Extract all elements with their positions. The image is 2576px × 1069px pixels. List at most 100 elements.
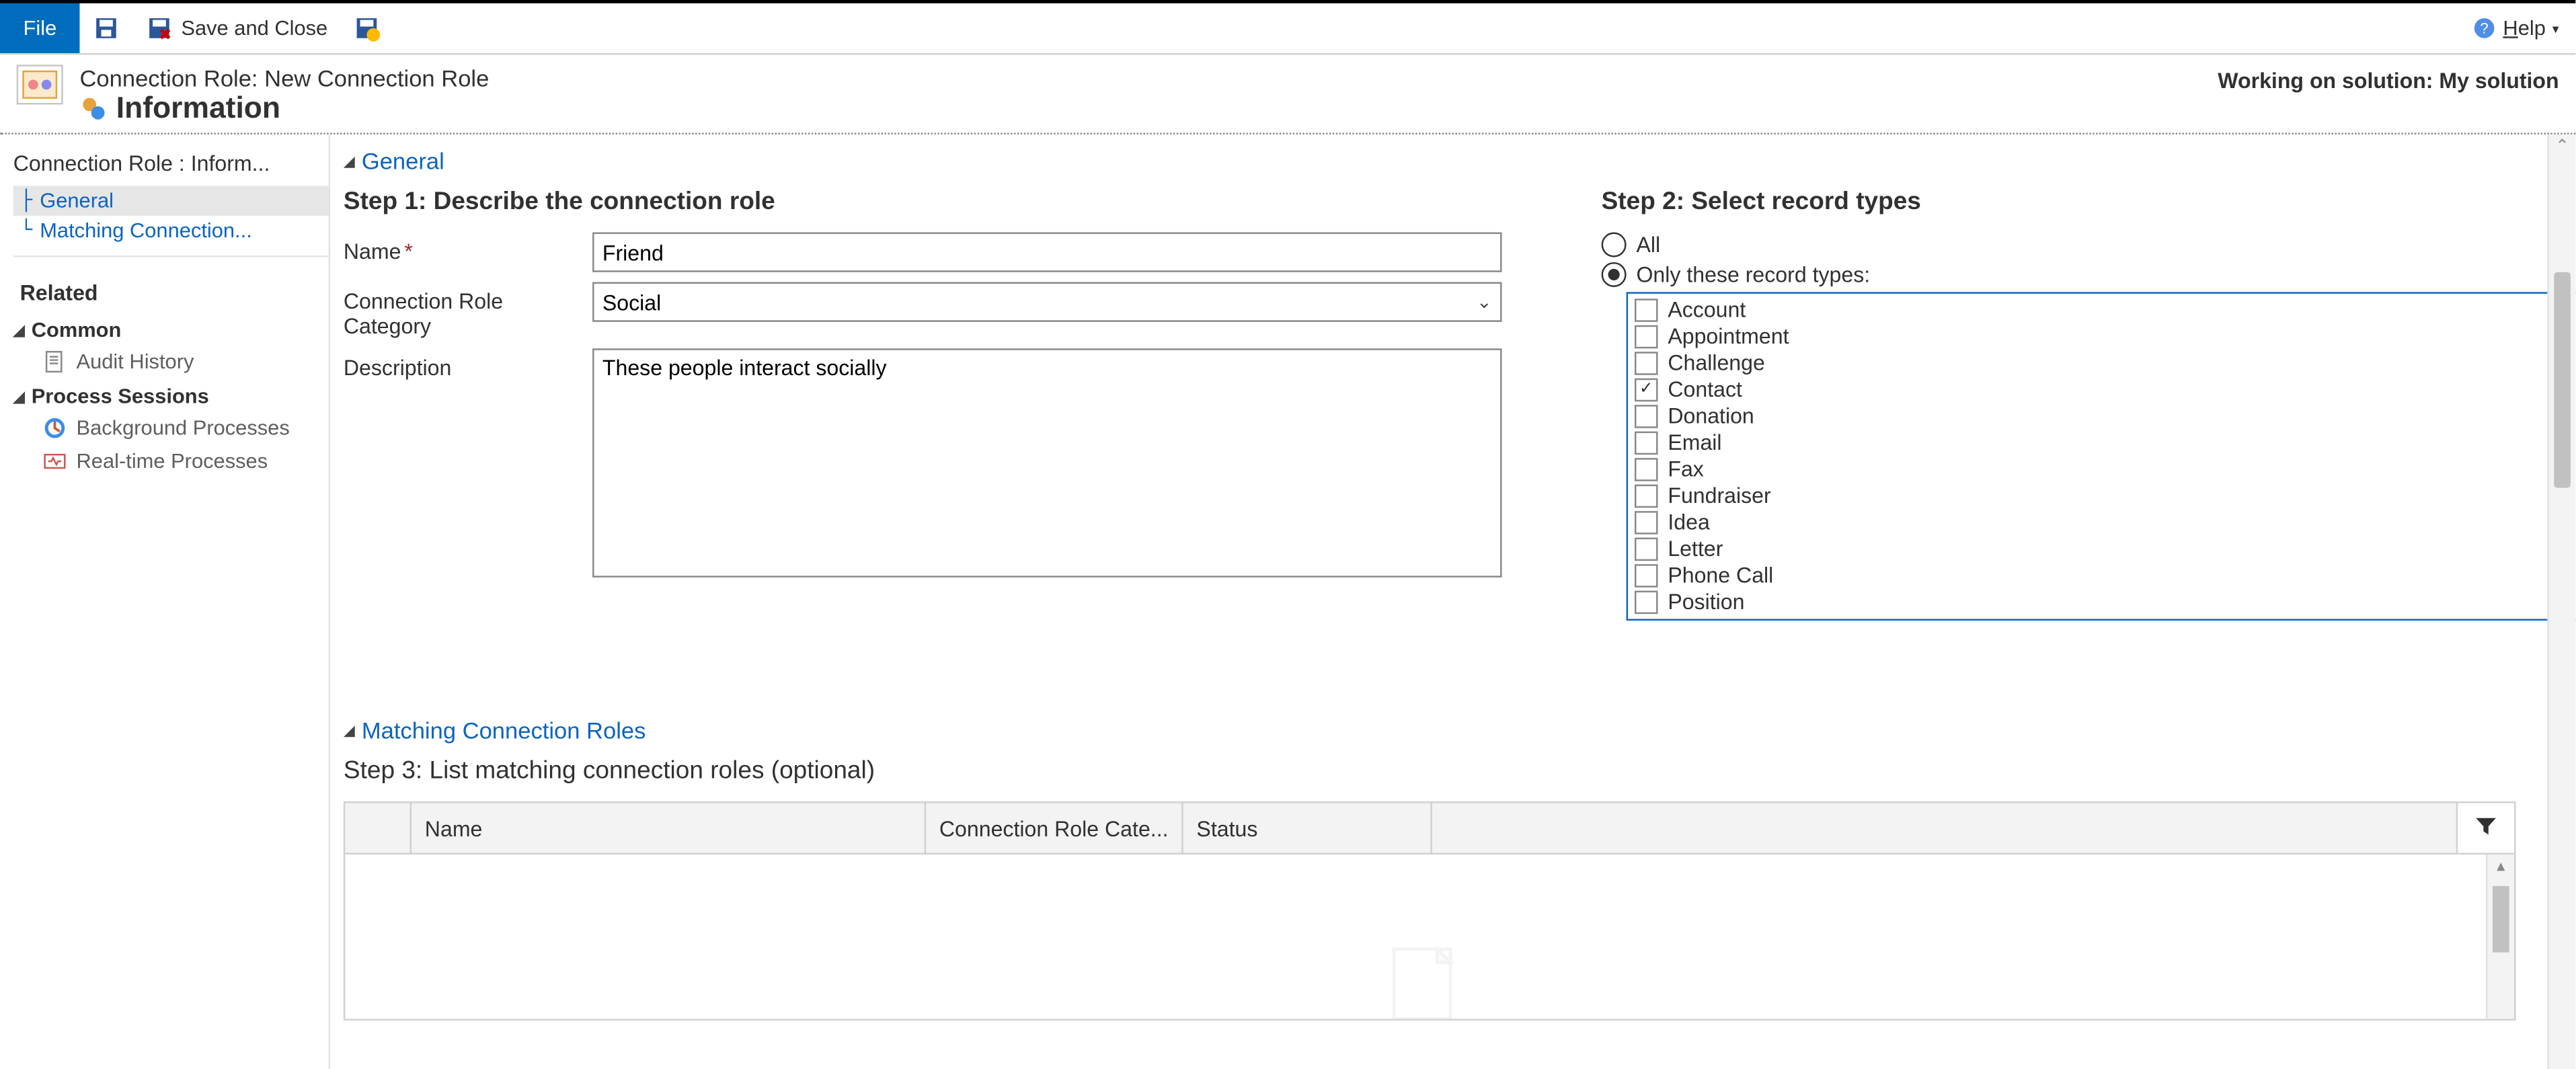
grid-col-spacer [1432,803,2456,853]
entity-icon [17,65,63,104]
page-header: Connection Role: New Connection Role Inf… [0,54,2575,132]
grid-col-category[interactable]: Connection Role Cate... [926,803,1183,853]
tree-item-general[interactable]: ├ General [13,186,329,215]
breadcrumb: Connection Role: New Connection Role [79,65,489,91]
save-new-icon [354,15,381,41]
checkbox-icon [1635,510,1658,534]
empty-grid-icon [1380,943,1479,1021]
save-close-icon [147,15,173,41]
record-type-option[interactable]: Fax [1635,457,2575,483]
checkbox-icon [1635,590,1658,613]
checkbox-icon [1635,457,1658,481]
section-label: Matching Connection Roles [362,717,646,743]
collapse-icon: ◢ [13,387,25,405]
radio-label: All [1636,233,1660,258]
radio-label: Only these record types: [1636,262,1870,287]
checkbox-icon [1635,324,1658,348]
checkbox-icon [1635,377,1658,401]
scrollbar[interactable]: ▴ [2486,855,2514,1021]
record-type-label: Email [1668,430,1721,454]
record-type-option[interactable]: Idea [1635,510,2575,536]
grid-col-status[interactable]: Status [1183,803,1432,853]
checkbox-icon [1635,298,1658,321]
radio-only[interactable]: Only these record types: [1602,262,2576,287]
sidebar-item-audit-history[interactable]: Audit History [13,345,329,378]
category-select[interactable]: ⌄ [592,282,1501,322]
checkbox-icon [1635,483,1658,507]
grid-body: ▴ [345,855,2514,1021]
sidebar-item-realtime-processes[interactable]: Real-time Processes [13,444,329,477]
collapse-process-sessions[interactable]: ◢ Process Sessions [13,379,329,411]
grid-filter-button[interactable] [2456,803,2514,853]
record-type-option[interactable]: Letter [1635,536,2575,562]
collapse-icon: ◢ [344,152,355,170]
record-types-listbox[interactable]: AccountAppointmentChallengeContactDonati… [1627,292,2576,621]
help-button[interactable]: ? Help ▾ [2456,3,2575,53]
record-type-option[interactable]: Phone Call [1635,563,2575,589]
record-type-label: Contact [1668,377,1742,401]
scrollbar-thumb[interactable] [2493,886,2509,953]
description-label: Description [344,348,592,380]
sidebar-section-related: Related [13,255,329,312]
grid-col-name[interactable]: Name [412,803,926,853]
grid-header: Name Connection Role Cate... Status [345,803,2514,855]
collapse-label: Common [32,319,122,342]
save-new-button[interactable] [341,3,394,53]
tree-connector-icon: ├ [20,189,37,212]
name-label: Name* [344,233,592,264]
category-label: Connection Role Category [344,282,592,339]
save-close-label: Save and Close [181,17,327,40]
tree-connector-icon: └ [20,219,37,243]
record-type-label: Donation [1668,403,1754,428]
file-tab[interactable]: File [0,3,80,53]
document-icon [43,350,67,374]
record-type-option[interactable]: Account [1635,297,2575,323]
sidebar: Connection Role : Inform... ├ General └ … [0,134,330,1069]
save-icon [93,15,120,41]
record-type-label: Appointment [1668,323,1789,348]
help-label: Help [2503,17,2545,40]
tree-item-matching[interactable]: └ Matching Connection... [13,216,329,245]
collapse-common[interactable]: ◢ Common [13,312,329,345]
checkbox-icon [1635,404,1658,428]
record-type-option[interactable]: Position [1635,589,2575,615]
sidebar-item-label: Real-time Processes [77,450,268,473]
main-scrollbar[interactable]: ⌃ [2547,134,2575,1069]
record-type-option[interactable]: Donation [1635,403,2575,430]
checkbox-icon [1635,351,1658,374]
scrollbar-thumb[interactable] [2554,272,2571,488]
grid-col-selector[interactable] [345,803,412,853]
record-type-label: Letter [1668,536,1723,561]
record-type-label: Fax [1668,457,1703,481]
step1-heading: Step 1: Describe the connection role [344,184,1502,233]
tree-item-label: General [40,189,114,212]
record-type-option[interactable]: Fundraiser [1635,483,2575,509]
scroll-up-icon[interactable]: ▴ [2497,858,2505,876]
solution-label: Working on solution: My solution [2218,65,2559,93]
section-matching[interactable]: ◢ Matching Connection Roles [344,713,2516,753]
record-type-option[interactable]: Contact [1635,377,2575,403]
save-button[interactable] [80,3,133,53]
save-close-button[interactable]: Save and Close [133,3,341,53]
radio-icon [1602,262,1627,287]
category-value[interactable] [592,282,1501,322]
process-icon [43,416,67,440]
help-icon: ? [2473,17,2497,40]
help-dropdown-icon: ▾ [2552,21,2559,36]
section-general[interactable]: ◢ General [344,145,2559,184]
radio-all[interactable]: All [1602,233,2576,258]
record-type-option[interactable]: Challenge [1635,350,2575,377]
collapse-label: Process Sessions [32,385,209,409]
name-input[interactable] [592,233,1501,272]
record-type-option[interactable]: Email [1635,430,2575,456]
info-icon [79,95,106,122]
description-input[interactable] [592,348,1501,578]
sidebar-title: Connection Role : Inform... [13,145,329,186]
radio-icon [1602,233,1627,258]
record-type-option[interactable]: Appointment [1635,323,2575,350]
step3-heading: Step 3: List matching connection roles (… [344,753,2516,801]
svg-text:?: ? [2481,19,2489,36]
scroll-up-icon[interactable]: ⌃ [2555,138,2569,156]
sidebar-item-background-processes[interactable]: Background Processes [13,411,329,444]
ribbon: File Save and Close ? Help ▾ [0,0,2575,54]
